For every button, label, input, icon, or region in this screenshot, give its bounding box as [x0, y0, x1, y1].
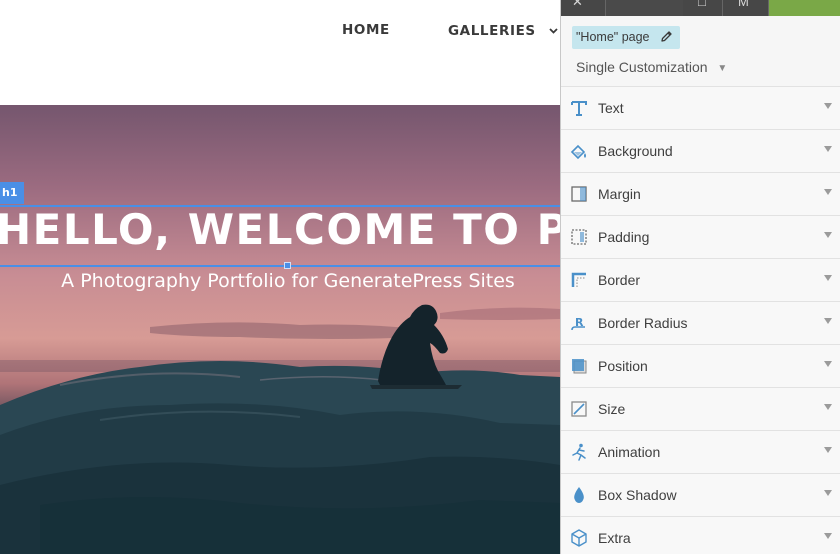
box-shadow-icon: [569, 485, 589, 505]
margin-icon: [569, 184, 589, 204]
expand-arrow-icon: [824, 490, 832, 496]
property-padding[interactable]: Padding: [561, 215, 840, 258]
property-label: Border: [598, 272, 641, 288]
customization-mode-dropdown[interactable]: Single Customization ▼: [576, 58, 727, 78]
property-margin[interactable]: Margin: [561, 172, 840, 215]
expand-arrow-icon: [824, 232, 832, 238]
background-icon: [569, 141, 589, 161]
property-size[interactable]: Size: [561, 387, 840, 430]
property-label: Padding: [598, 229, 650, 245]
caret-down-icon: ▼: [717, 63, 728, 74]
property-text[interactable]: Text: [561, 86, 840, 129]
expand-arrow-icon: [824, 103, 832, 109]
property-label: Text: [598, 100, 624, 116]
customizer-panel: ✕ □ M "Home" page Single Customization ▼…: [560, 0, 840, 554]
expand-arrow-icon: [824, 189, 832, 195]
collapse-button[interactable]: ✕: [561, 0, 606, 16]
hero-background-image: [0, 304, 560, 554]
nav-home-label: HOME: [342, 22, 390, 38]
extra-icon: [569, 528, 589, 548]
page-selector[interactable]: "Home" page: [572, 26, 680, 49]
property-animation[interactable]: Animation: [561, 430, 840, 473]
hero-title[interactable]: HELLO, WELCOME TO PIXEL: [0, 205, 560, 263]
hero-subtitle: A Photography Portfolio for GeneratePres…: [61, 270, 515, 292]
property-position[interactable]: Position: [561, 344, 840, 387]
nav-galleries-link[interactable]: GALLERIES: [448, 22, 558, 39]
element-tag-label: h1: [2, 186, 18, 199]
size-icon: [569, 399, 589, 419]
responsive-button[interactable]: □: [683, 0, 723, 16]
property-box-shadow[interactable]: Box Shadow: [561, 473, 840, 516]
element-selector-tag[interactable]: h1: [0, 182, 24, 204]
property-label: Extra: [598, 530, 631, 546]
property-border-radius[interactable]: R Border Radius: [561, 301, 840, 344]
customization-mode-label: Single Customization: [576, 59, 708, 75]
menu-button[interactable]: M: [723, 0, 769, 16]
property-list: Text Background Margin Padding Border R …: [561, 86, 840, 554]
property-label: Position: [598, 358, 648, 374]
nav-home-link[interactable]: HOME: [342, 22, 390, 38]
text-icon: [569, 98, 589, 118]
property-border[interactable]: Border: [561, 258, 840, 301]
expand-arrow-icon: [824, 361, 832, 367]
property-extra[interactable]: Extra: [561, 516, 840, 554]
panel-toolbar: ✕ □ M: [561, 0, 840, 16]
resize-handle[interactable]: [284, 262, 291, 269]
property-label: Box Shadow: [598, 487, 677, 503]
expand-arrow-icon: [824, 447, 832, 453]
animation-icon: [569, 442, 589, 462]
property-label: Animation: [598, 444, 661, 460]
chevron-down-icon: [549, 22, 558, 38]
page-label: "Home" page: [576, 30, 650, 44]
expand-arrow-icon: [824, 146, 832, 152]
property-label: Border Radius: [598, 315, 688, 331]
expand-arrow-icon: [824, 275, 832, 281]
expand-arrow-icon: [824, 318, 832, 324]
property-label: Background: [598, 143, 673, 159]
border-radius-icon: R: [569, 313, 589, 333]
property-background[interactable]: Background: [561, 129, 840, 172]
property-label: Margin: [598, 186, 641, 202]
padding-icon: [569, 227, 589, 247]
position-icon: [569, 356, 589, 376]
nav-galleries-label: GALLERIES: [448, 23, 536, 39]
site-header: HOME GALLERIES: [0, 0, 560, 105]
expand-arrow-icon: [824, 533, 832, 539]
save-button[interactable]: [769, 0, 840, 16]
pencil-icon[interactable]: [660, 28, 673, 51]
property-label: Size: [598, 401, 626, 417]
hero-section: [0, 105, 560, 554]
website-preview: HOME GALLERIES h1 HELLO, WELCOME TO P A …: [0, 0, 560, 554]
expand-arrow-icon: [824, 404, 832, 410]
border-icon: [569, 270, 589, 290]
